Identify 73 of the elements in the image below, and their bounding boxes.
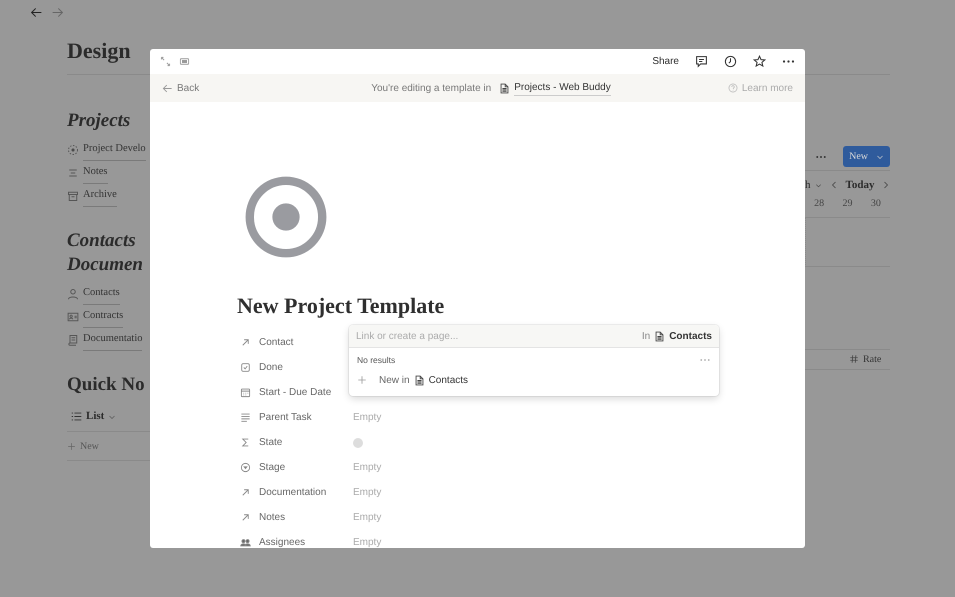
star-icon[interactable]: [753, 55, 766, 68]
section-heading: Contacts: [67, 229, 137, 253]
dropdown-circle-icon: [240, 462, 251, 473]
sidebar-icon[interactable]: [179, 56, 190, 67]
document-icon: [654, 330, 666, 342]
page-link[interactable]: Projects - Web Buddy: [514, 80, 611, 96]
scope-link[interactable]: Contacts: [669, 328, 712, 344]
page-link[interactable]: Notes: [83, 161, 108, 184]
help-icon: [728, 83, 738, 93]
page-link[interactable]: Archive: [83, 184, 117, 207]
clock-icon[interactable]: [724, 55, 737, 68]
share-button[interactable]: Share: [652, 54, 679, 69]
calendar-icon: [240, 387, 251, 398]
section-heading: Documen: [67, 253, 144, 277]
property-label[interactable]: Notes: [259, 510, 286, 525]
status-text: No results: [357, 354, 396, 367]
checkbox-icon: [240, 362, 251, 373]
property-label[interactable]: State: [259, 435, 282, 450]
back-arrow-icon[interactable]: [30, 6, 43, 19]
contact-card-icon: [67, 310, 79, 322]
property-label[interactable]: Assignees: [259, 535, 306, 548]
lines-icon: [67, 166, 79, 178]
scroll-icon: [67, 334, 79, 346]
sigma-icon: [240, 437, 251, 448]
plus-icon: [357, 375, 367, 386]
section-heading: Quick No: [67, 373, 146, 397]
back-button[interactable]: Back: [162, 80, 200, 96]
expand-icon[interactable]: [160, 56, 171, 67]
people-icon: [240, 537, 251, 548]
arrow-up-right-icon: [240, 487, 251, 498]
property-label[interactable]: Stage: [259, 460, 286, 475]
date-label: 28: [814, 196, 824, 210]
today-button[interactable]: Today: [846, 177, 874, 194]
document-icon: [414, 374, 425, 386]
comment-icon[interactable]: [695, 55, 708, 68]
scope-label: In: [642, 330, 650, 344]
template-notice: You're editing a template in: [371, 82, 492, 96]
plus-icon: [67, 442, 76, 450]
page-link[interactable]: Project Develo: [83, 138, 146, 161]
arrow-up-right-icon: [240, 512, 251, 523]
property-label[interactable]: Parent Task: [259, 410, 312, 425]
document-icon: [499, 82, 510, 94]
back-arrow-icon: [162, 82, 173, 94]
status-dot: [353, 438, 363, 448]
view-menu[interactable]: h: [805, 177, 822, 194]
property-label[interactable]: Done: [259, 360, 283, 375]
page-title: New Project Template: [237, 292, 446, 320]
property-label[interactable]: Contact: [259, 335, 294, 350]
page-link[interactable]: Documentatio: [83, 328, 142, 351]
chevron-right-icon[interactable]: [882, 181, 890, 190]
list-icon: [71, 411, 82, 422]
target-icon[interactable]: [244, 175, 328, 259]
new-row-link[interactable]: New: [80, 438, 99, 454]
view-tab[interactable]: List: [86, 408, 104, 425]
search-field[interactable]: Link or create a page... In Contacts: [349, 325, 719, 348]
page-link[interactable]: Contacts: [83, 282, 120, 305]
hash-icon: [849, 354, 859, 364]
create-option[interactable]: New in Contacts: [349, 368, 719, 396]
property-label[interactable]: Start - Due Date: [259, 385, 332, 400]
person-icon: [67, 288, 79, 300]
chevron-left-icon[interactable]: [830, 181, 838, 190]
dashed-circle-icon: [67, 144, 79, 156]
column-header: Rate: [863, 352, 882, 366]
arrow-up-right-icon: [240, 337, 251, 348]
page-link[interactable]: Contracts: [83, 305, 124, 328]
caret-icon: [814, 182, 822, 189]
date-label: 30: [870, 196, 881, 210]
date-label: 29: [842, 196, 852, 210]
property-label[interactable]: Documentation: [259, 485, 326, 500]
new-button[interactable]: New: [843, 146, 890, 167]
archive-box-icon: [67, 190, 79, 202]
section-heading: Projects: [67, 109, 132, 133]
text-lines-icon: [240, 412, 251, 423]
